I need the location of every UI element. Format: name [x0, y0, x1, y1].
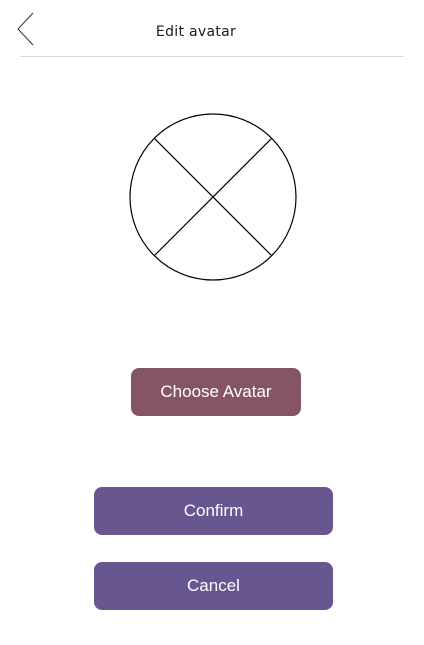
avatar-placeholder-icon: [129, 113, 297, 281]
cancel-button[interactable]: Cancel: [94, 562, 333, 610]
choose-avatar-button[interactable]: Choose Avatar: [131, 368, 301, 416]
chevron-left-icon: [17, 12, 34, 46]
avatar-placeholder: [128, 113, 298, 283]
back-button[interactable]: [14, 11, 38, 47]
header-divider: [20, 56, 404, 57]
header-bar: Edit avatar: [0, 0, 424, 57]
confirm-button[interactable]: Confirm: [94, 487, 333, 535]
page-title: Edit avatar: [155, 24, 237, 40]
